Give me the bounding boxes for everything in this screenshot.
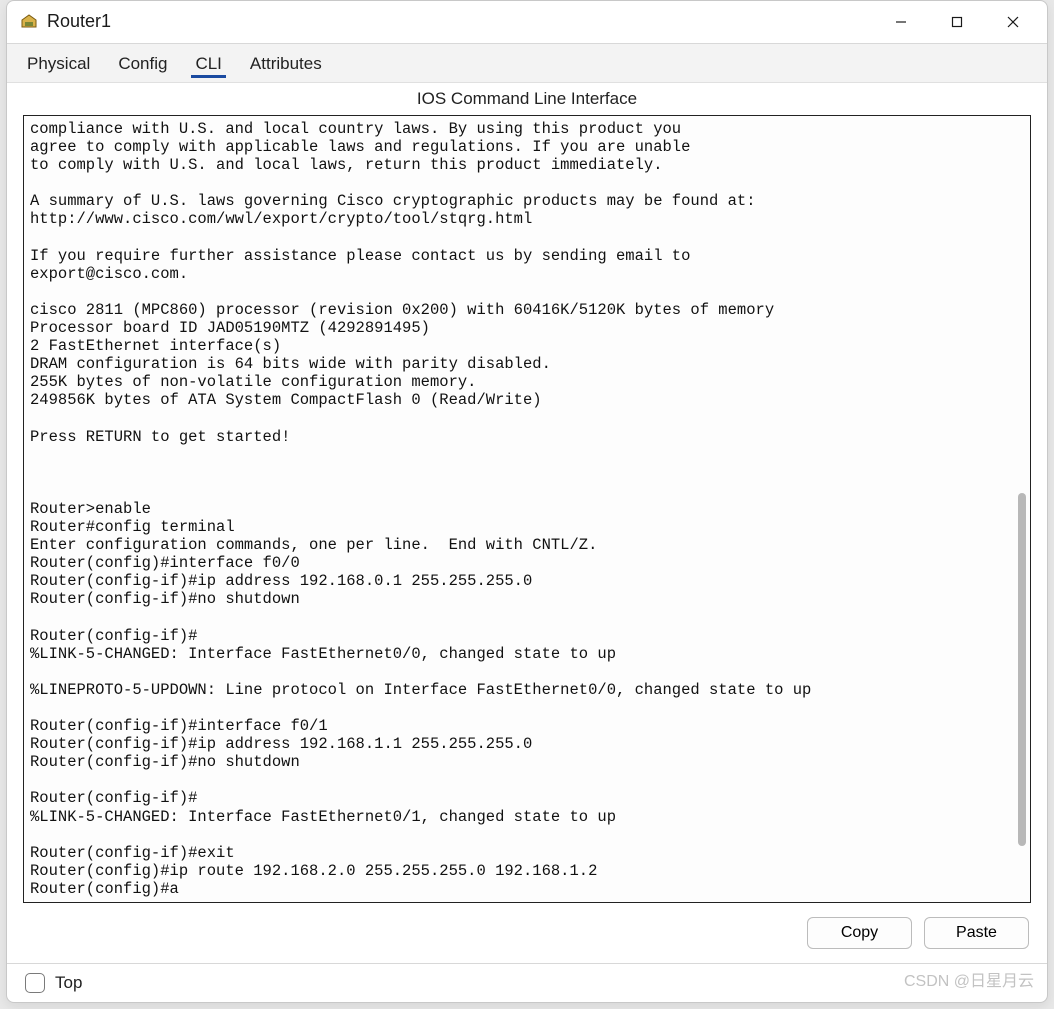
window-controls (873, 3, 1041, 41)
window-title: Router1 (47, 11, 873, 32)
tab-config[interactable]: Config (104, 44, 181, 82)
cli-container: compliance with U.S. and local country l… (23, 115, 1031, 903)
titlebar: Router1 (7, 1, 1047, 44)
copy-button[interactable]: Copy (807, 917, 912, 949)
top-checkbox-label: Top (55, 973, 82, 993)
cli-button-row: Copy Paste (7, 909, 1047, 963)
tab-cli[interactable]: CLI (181, 44, 235, 82)
cli-subtitle: IOS Command Line Interface (7, 83, 1047, 113)
app-window: Router1 Physical Config CLI Attributes I… (6, 0, 1048, 1003)
cli-scrollbar[interactable] (1015, 117, 1029, 901)
tab-physical[interactable]: Physical (13, 44, 104, 82)
top-checkbox[interactable] (25, 973, 45, 993)
footer-bar: Top (7, 963, 1047, 1002)
router-icon (19, 12, 39, 32)
minimize-button[interactable] (873, 3, 929, 41)
scrollbar-thumb[interactable] (1018, 493, 1026, 846)
paste-button[interactable]: Paste (924, 917, 1029, 949)
cli-terminal[interactable]: compliance with U.S. and local country l… (23, 115, 1031, 903)
close-button[interactable] (985, 3, 1041, 41)
scrollbar-track[interactable] (1015, 117, 1029, 901)
maximize-button[interactable] (929, 3, 985, 41)
tab-attributes[interactable]: Attributes (236, 44, 336, 82)
tabbar: Physical Config CLI Attributes (7, 44, 1047, 83)
